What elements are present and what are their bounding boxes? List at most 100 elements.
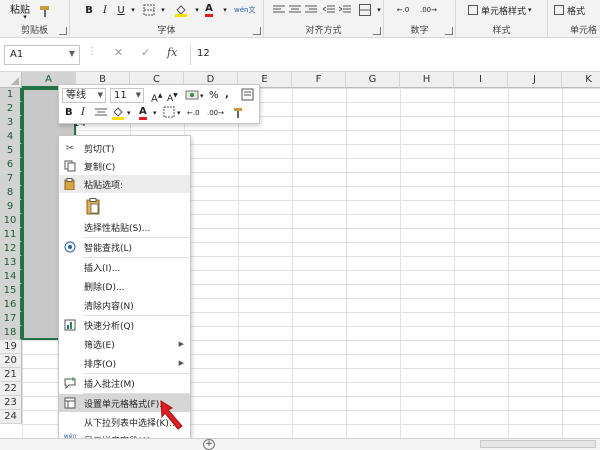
align-right-icon[interactable] <box>304 2 318 18</box>
font-launcher-icon[interactable] <box>253 27 261 35</box>
increase-decimal-icon[interactable]: ←.0 <box>396 2 410 18</box>
font-size-select[interactable]: 11 ▼ <box>110 88 144 103</box>
row-header-5[interactable]: 5 <box>0 144 22 158</box>
enter-icon[interactable]: ✓ <box>141 46 150 59</box>
comma-style-button[interactable]: , <box>225 88 229 102</box>
mini-increase-decimal-icon[interactable]: ←.0 <box>187 106 200 120</box>
italic-button[interactable]: I <box>98 2 112 18</box>
indent-increase-icon[interactable] <box>338 2 352 18</box>
menu-item-copy[interactable]: 复制(C) <box>59 157 190 175</box>
mini-border-dropdown-icon[interactable]: ▾ <box>177 106 181 120</box>
menu-item-smart-lookup[interactable]: 智能查找(L) <box>59 238 190 256</box>
row-header-17[interactable]: 17 <box>0 312 22 326</box>
menu-item-insert-comment[interactable]: 插入批注(M) <box>59 374 190 392</box>
row-header-10[interactable]: 10 <box>0 214 22 228</box>
row-header-8[interactable]: 8 <box>0 186 22 200</box>
name-box[interactable]: A1 ▼ <box>4 45 80 65</box>
mini-fill-color-icon[interactable] <box>111 106 125 125</box>
formula-input[interactable]: 12 <box>190 45 596 65</box>
column-header-g[interactable]: G <box>346 72 400 88</box>
mini-font-color-dropdown-icon[interactable]: ▾ <box>153 106 157 120</box>
merge-center-icon[interactable] <box>358 2 372 18</box>
row-header-13[interactable]: 13 <box>0 256 22 270</box>
format-painter-icon[interactable] <box>38 3 52 19</box>
row-header-9[interactable]: 9 <box>0 200 22 214</box>
menu-item-insert[interactable]: 插入(I)... <box>59 258 190 276</box>
row-header-18[interactable]: 18 <box>0 326 22 340</box>
row-header-6[interactable]: 6 <box>0 158 22 172</box>
row-header-19[interactable]: 19 <box>0 340 22 354</box>
cancel-icon[interactable]: ✕ <box>114 46 123 59</box>
font-color-icon[interactable]: A <box>202 2 216 18</box>
mini-border-icon[interactable] <box>163 106 175 123</box>
row-header-7[interactable]: 7 <box>0 172 22 186</box>
mini-bold-button[interactable]: B <box>65 106 73 120</box>
menu-item-cut[interactable]: ✂ 剪切(T) <box>59 139 190 157</box>
accounting-dropdown-icon[interactable]: ▾ <box>200 89 204 103</box>
mini-font-color-icon[interactable]: A <box>139 105 147 120</box>
row-header-24[interactable]: 24 <box>0 410 22 424</box>
border-icon[interactable] <box>142 2 156 18</box>
font-color-dropdown-icon[interactable]: ▾ <box>218 2 232 18</box>
percent-button[interactable]: % <box>209 89 219 103</box>
row-header-23[interactable]: 23 <box>0 396 22 410</box>
name-box-dropdown-icon[interactable]: ▼ <box>69 49 75 58</box>
indent-decrease-icon[interactable] <box>322 2 336 18</box>
row-header-14[interactable]: 14 <box>0 270 22 284</box>
row-header-2[interactable]: 2 <box>0 102 22 116</box>
row-header-3[interactable]: 3 <box>0 116 22 130</box>
horizontal-scrollbar[interactable] <box>480 440 596 448</box>
mini-italic-button[interactable]: I <box>81 106 85 120</box>
ribbon: 粘贴 ▾ 剪贴板 B I U ▾ ▾ ▾ A ▾ wén文 字体 ▾ 对齐方式 … <box>0 0 600 38</box>
row-header-15[interactable]: 15 <box>0 284 22 298</box>
decrease-decimal-icon[interactable]: .00→ <box>420 2 437 18</box>
row-header-1[interactable]: 1 <box>0 88 22 102</box>
align-left-icon[interactable] <box>272 2 286 18</box>
underline-dropdown-icon[interactable]: ▾ <box>126 2 140 18</box>
row-header-20[interactable]: 20 <box>0 354 22 368</box>
bold-button[interactable]: B <box>82 2 96 18</box>
row-header-11[interactable]: 11 <box>0 228 22 242</box>
clipboard-launcher-icon[interactable] <box>59 27 67 35</box>
column-header-h[interactable]: H <box>400 72 454 88</box>
column-header-i[interactable]: I <box>454 72 508 88</box>
border-dropdown-icon[interactable]: ▾ <box>156 2 170 18</box>
phonetic-guide-icon[interactable]: wén文 <box>234 2 255 18</box>
paste-default-button[interactable] <box>59 194 190 216</box>
alignment-launcher-icon[interactable] <box>373 27 381 35</box>
format-painter-mini-icon[interactable] <box>241 88 254 106</box>
menu-item-filter[interactable]: 筛选(E) ▶ <box>59 335 190 353</box>
add-sheet-icon[interactable]: + <box>203 439 215 450</box>
formula-bar-grip[interactable]: ⋮ <box>87 46 97 57</box>
row-header-12[interactable]: 12 <box>0 242 22 256</box>
menu-item-quick-analysis[interactable]: 快速分析(Q) <box>59 316 190 334</box>
grow-font-icon[interactable]: A▲ <box>151 89 162 106</box>
quick-analysis-icon <box>63 318 77 332</box>
column-header-f[interactable]: F <box>292 72 346 88</box>
column-header-j[interactable]: J <box>508 72 562 88</box>
row-header-21[interactable]: 21 <box>0 368 22 382</box>
mini-decrease-decimal-icon[interactable]: .00→ <box>207 106 224 120</box>
select-all-button[interactable] <box>0 72 22 88</box>
menu-item-clear-contents[interactable]: 清除内容(N) <box>59 296 190 314</box>
menu-item-delete[interactable]: 删除(D)... <box>59 277 190 295</box>
row-header-22[interactable]: 22 <box>0 382 22 396</box>
mini-format-painter-icon[interactable] <box>233 106 246 124</box>
row-header-16[interactable]: 16 <box>0 298 22 312</box>
mini-align-center-icon[interactable] <box>95 106 107 123</box>
insert-function-icon[interactable]: fx <box>167 46 177 59</box>
column-header-k[interactable]: K <box>562 72 600 88</box>
menu-item-paste-special[interactable]: 选择性粘贴(S)... <box>59 218 190 236</box>
number-launcher-icon[interactable] <box>445 27 453 35</box>
alignment-group-label: 对齐方式 <box>305 26 342 36</box>
accounting-format-icon[interactable] <box>185 88 199 107</box>
font-name-select[interactable]: 等线 ▼ <box>62 88 106 103</box>
menu-item-sort[interactable]: 排序(O) ▶ <box>59 354 190 372</box>
fill-color-icon[interactable] <box>174 2 188 18</box>
format-button[interactable]: 格式 <box>554 2 585 18</box>
mini-fill-dropdown-icon[interactable]: ▾ <box>127 106 131 120</box>
cell-styles-button[interactable]: 单元格样式 ▾ <box>468 2 532 18</box>
shrink-font-icon[interactable]: A▼ <box>167 89 178 106</box>
row-header-4[interactable]: 4 <box>0 130 22 144</box>
align-center-icon[interactable] <box>288 2 302 18</box>
